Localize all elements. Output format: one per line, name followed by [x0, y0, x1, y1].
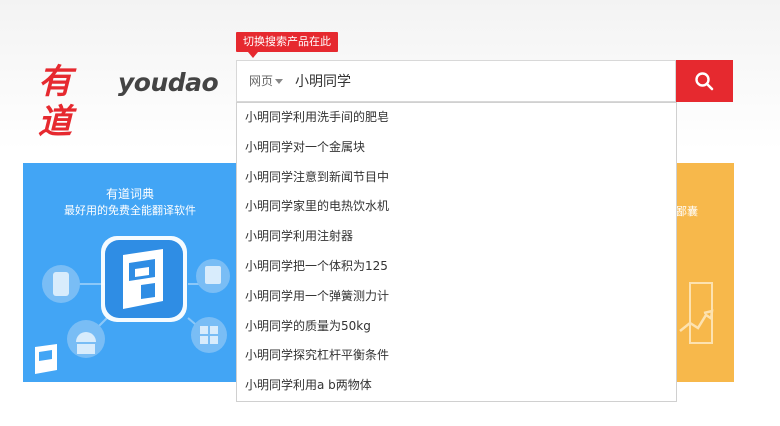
search-icon	[695, 72, 714, 91]
chart-illustration	[679, 282, 714, 344]
search-product-tooltip: 切换搜索产品在此	[236, 32, 338, 58]
promo-card-orange[interactable]: 鄙囊	[676, 163, 734, 382]
suggestion-item[interactable]: 小明同学用一个弹簧测力计	[237, 282, 676, 312]
suggestion-item[interactable]: 小明同学利用a b两物体	[237, 371, 676, 401]
suggestion-item[interactable]: 小明同学利用注射器	[237, 222, 676, 252]
suggestion-item[interactable]: 小明同学家里的电热饮水机	[237, 192, 676, 222]
logo-english-text: youdao	[118, 68, 219, 97]
youdao-dict-promo-card[interactable]: 有道词典 最好用的免费全能翻译软件	[23, 163, 237, 382]
suggestion-list: 小明同学利用洗手间的肥皂 小明同学对一个金属块 小明同学注意到新闻节目中 小明同…	[236, 102, 677, 402]
tooltip-arrow	[248, 52, 258, 58]
search-scope-label[interactable]: 网页	[249, 61, 273, 101]
suggestion-item[interactable]: 小明同学的质量为50kg	[237, 312, 676, 342]
search-button[interactable]	[676, 60, 733, 102]
suggestion-item[interactable]: 小明同学利用洗手间的肥皂	[237, 103, 676, 133]
suggestion-item[interactable]: 小明同学注意到新闻节目中	[237, 163, 676, 193]
chevron-down-icon[interactable]	[275, 79, 283, 84]
suggestion-item[interactable]: 小明同学把一个体积为125	[237, 252, 676, 282]
suggestion-item[interactable]: 小明同学对一个金属块	[237, 133, 676, 163]
tooltip-text: 切换搜索产品在此	[243, 35, 331, 48]
promo-illustration	[35, 236, 230, 374]
logo-chinese-text: 有道	[38, 62, 72, 142]
suggestion-item[interactable]: 小明同学探究杠杆平衡条件	[237, 341, 676, 371]
search-input[interactable]	[295, 61, 665, 101]
search-box: 网页	[236, 60, 676, 102]
